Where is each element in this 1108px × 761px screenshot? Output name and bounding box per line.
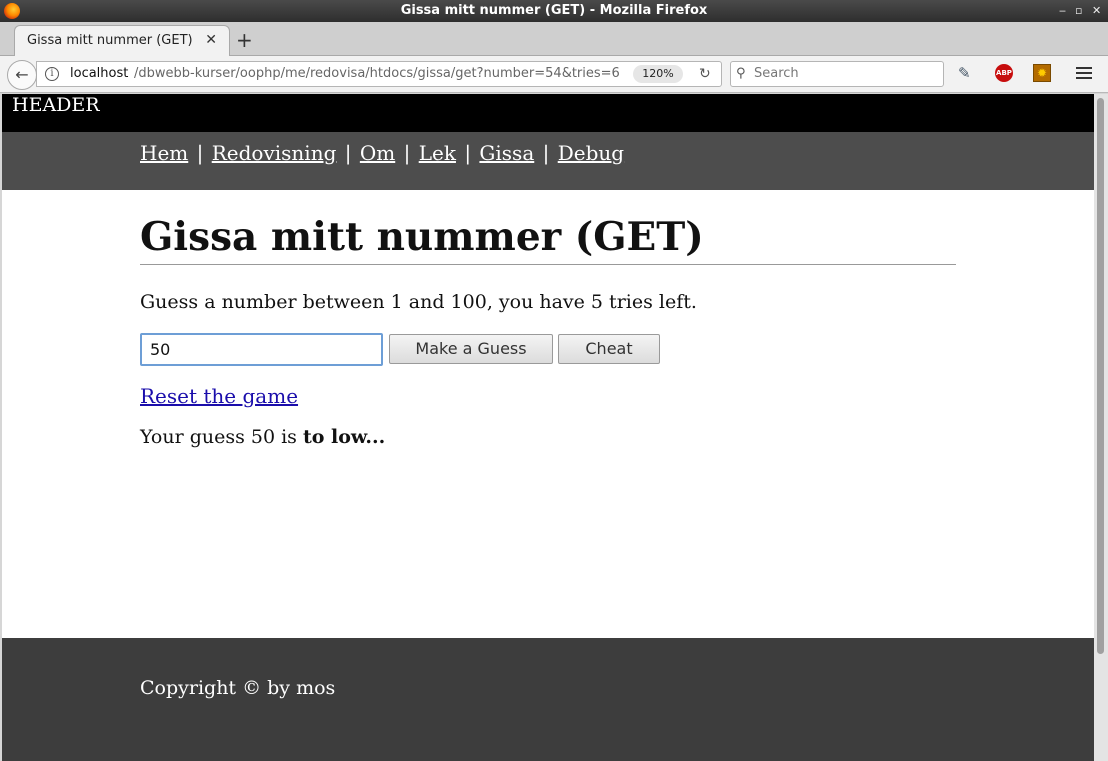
- result-verdict: to low...: [302, 426, 386, 448]
- window-title: Gissa mitt nummer (GET) - Mozilla Firefo…: [400, 3, 708, 18]
- back-button[interactable]: ←: [7, 60, 37, 90]
- site-footer: Copyright © by mos: [2, 638, 1094, 761]
- tab-close-icon[interactable]: ✕: [205, 32, 217, 48]
- minimize-icon[interactable]: ‒: [1059, 0, 1066, 22]
- tab-strip: Gissa mitt nummer (GET) ✕: [0, 22, 1108, 56]
- page-title: Gissa mitt nummer (GET): [140, 212, 956, 265]
- guess-form: 50 Make a Guess Cheat: [140, 333, 956, 367]
- site-info-icon[interactable]: i: [45, 67, 59, 81]
- adblock-plus-icon[interactable]: ABP: [995, 64, 1013, 82]
- make-guess-button[interactable]: Make a Guess: [389, 334, 553, 364]
- nav-link-hem[interactable]: Hem: [140, 141, 188, 165]
- vertical-scrollbar[interactable]: [1094, 94, 1108, 761]
- reload-icon[interactable]: ↻: [699, 62, 711, 86]
- nav-separator: |: [403, 141, 411, 165]
- close-window-icon[interactable]: ✕: [1092, 0, 1101, 22]
- url-path: /dbwebb-kurser/oophp/me/redovisa/htdocs/…: [134, 66, 620, 81]
- reset-game-link[interactable]: Reset the game: [140, 384, 298, 408]
- url-bar[interactable]: i localhost /dbwebb-kurser/oophp/me/redo…: [36, 61, 722, 87]
- search-placeholder: Search: [754, 66, 799, 81]
- nav-link-debug[interactable]: Debug: [558, 141, 624, 165]
- tab-title: Gissa mitt nummer (GET): [27, 33, 193, 48]
- tab-active[interactable]: Gissa mitt nummer (GET) ✕: [14, 25, 230, 56]
- site-header: HEADER: [2, 94, 1094, 132]
- new-tab-button[interactable]: +: [236, 28, 253, 52]
- guess-number-input[interactable]: 50: [140, 333, 383, 366]
- nav-separator: |: [542, 141, 550, 165]
- footer-copyright: Copyright © by mos: [140, 677, 336, 699]
- scrollbar-thumb[interactable]: [1097, 98, 1104, 654]
- nav-link-gissa[interactable]: Gissa: [479, 141, 534, 165]
- search-icon: ⚲: [736, 66, 746, 81]
- page-viewport: HEADER Hem | Redovisning | Om | Lek | Gi…: [2, 94, 1094, 761]
- window-titlebar: Gissa mitt nummer (GET) - Mozilla Firefo…: [0, 0, 1108, 22]
- firefox-logo-icon: [4, 3, 20, 19]
- search-input[interactable]: ⚲ Search: [730, 61, 944, 87]
- nav-separator: |: [344, 141, 352, 165]
- site-header-text: HEADER: [12, 94, 100, 116]
- nav-separator: |: [196, 141, 204, 165]
- hamburger-menu-icon[interactable]: [1076, 64, 1094, 82]
- guess-result: Your guess 50 is to low...: [140, 426, 956, 448]
- main-content: Gissa mitt nummer (GET) Guess a number b…: [140, 190, 956, 448]
- nav-link-lek[interactable]: Lek: [419, 141, 456, 165]
- nav-link-redovisning[interactable]: Redovisning: [212, 141, 337, 165]
- nav-separator: |: [464, 141, 472, 165]
- nav-link-om[interactable]: Om: [360, 141, 395, 165]
- navigation-toolbar: i localhost /dbwebb-kurser/oophp/me/redo…: [0, 56, 1108, 93]
- cheat-button[interactable]: Cheat: [558, 334, 660, 364]
- eyedropper-icon[interactable]: ✎: [958, 64, 976, 82]
- back-arrow-icon: ←: [15, 65, 29, 84]
- zoom-indicator[interactable]: 120%: [633, 65, 683, 83]
- site-navbar: Hem | Redovisning | Om | Lek | Gissa | D…: [2, 132, 1094, 190]
- instructions-text: Guess a number between 1 and 100, you ha…: [140, 291, 697, 313]
- url-host: localhost: [70, 66, 129, 81]
- result-prefix: Your guess 50 is: [140, 426, 297, 448]
- extension-icon[interactable]: ✹: [1033, 64, 1051, 82]
- maximize-icon[interactable]: ▫: [1075, 0, 1082, 22]
